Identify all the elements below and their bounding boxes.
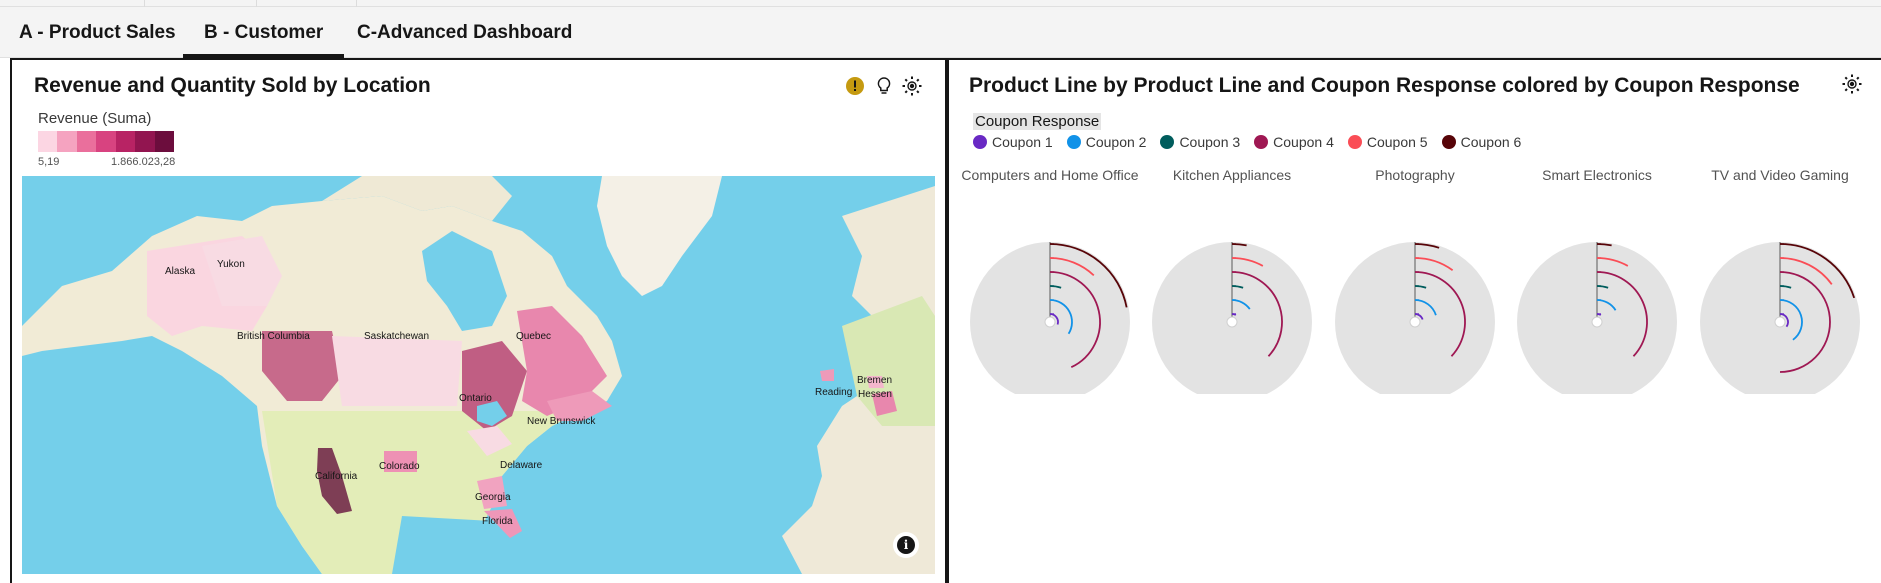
legend-dot xyxy=(1347,135,1362,149)
radial-chart[interactable] xyxy=(1698,230,1862,394)
warning-icon[interactable] xyxy=(843,74,867,98)
map-label: British Columbia xyxy=(237,331,310,342)
radial-chart[interactable] xyxy=(968,230,1132,394)
legend-swatch xyxy=(38,131,58,152)
map-label: Alaska xyxy=(165,266,196,277)
region-reading xyxy=(820,369,834,381)
gulf-of-mexico xyxy=(392,516,492,574)
legend-swatch xyxy=(96,131,116,152)
radial-chart[interactable] xyxy=(1150,230,1314,394)
map-label: New Brunswick xyxy=(527,416,596,427)
legend-dot xyxy=(1441,135,1456,149)
radial-chart-panel[interactable]: Product Line by Product Line and Coupon … xyxy=(947,58,1881,583)
map-label: Florida xyxy=(482,516,513,527)
category-label: Photography xyxy=(1375,167,1455,183)
legend-label: Coupon 1 xyxy=(992,134,1053,150)
coupon-legend: Coupon 1 Coupon 2 Coupon 3 Coupon 4 Coupon 5… xyxy=(973,134,1535,150)
map-label: Delaware xyxy=(500,460,543,471)
color-scale-legend xyxy=(38,131,174,152)
category-label: Computers and Home Office xyxy=(961,167,1139,183)
legend-title: Revenue (Suma) xyxy=(38,110,152,127)
tab-label: A - Product Sales xyxy=(19,22,176,43)
top-strip-segment xyxy=(257,0,357,7)
settings-icon[interactable] xyxy=(1840,72,1864,96)
coupon-legend-title: Coupon Response xyxy=(973,113,1102,130)
radial-center xyxy=(1409,316,1421,328)
legend-swatch xyxy=(154,131,174,152)
top-strip-segment xyxy=(0,0,145,7)
legend-item[interactable]: Coupon 6 xyxy=(1441,134,1522,150)
legend-label: Coupon 6 xyxy=(1460,134,1522,150)
map-canvas xyxy=(22,176,935,574)
legend-item[interactable]: Coupon 3 xyxy=(1160,134,1240,150)
legend-item[interactable]: Coupon 5 xyxy=(1347,134,1428,150)
legend-swatch xyxy=(115,131,136,152)
legend-label: Coupon 3 xyxy=(1179,134,1241,150)
map-label: Colorado xyxy=(379,461,420,472)
legend-label: Coupon 2 xyxy=(1085,134,1147,150)
map-panel-title: Revenue and Quantity Sold by Location xyxy=(34,74,431,97)
legend-item[interactable]: Coupon 2 xyxy=(1066,134,1147,150)
map-label: Georgia xyxy=(475,492,511,503)
map-info-button[interactable]: i xyxy=(893,532,919,558)
lightbulb-icon[interactable] xyxy=(872,74,896,98)
tab-advanced-dashboard[interactable]: C-Advanced Dashboard xyxy=(357,7,572,58)
greenland xyxy=(597,176,722,296)
radial-chart[interactable] xyxy=(1515,230,1679,394)
legend-swatch xyxy=(135,131,155,152)
legend-item[interactable]: Coupon 4 xyxy=(1254,134,1334,150)
category-label: Smart Electronics xyxy=(1542,167,1652,183)
map-label: Yukon xyxy=(217,259,245,270)
legend-swatch xyxy=(76,131,97,152)
radial-chart[interactable] xyxy=(1333,230,1497,394)
map-label: Reading xyxy=(815,387,853,398)
top-strip xyxy=(0,0,1881,7)
radial-panel-title: Product Line by Product Line and Coupon … xyxy=(969,74,1800,97)
legend-item[interactable]: Coupon 1 xyxy=(973,134,1053,150)
legend-dot xyxy=(1160,135,1175,149)
map-label: Saskatchewan xyxy=(364,331,430,342)
choropleth-map[interactable]: Alaska Yukon British Columbia Saskatchew… xyxy=(22,176,935,574)
tab-customer[interactable]: B - Customer xyxy=(183,7,345,58)
map-label: Hessen xyxy=(858,389,892,400)
map-label: Bremen xyxy=(857,375,893,386)
radial-center xyxy=(1774,316,1786,328)
category-label: TV and Video Gaming xyxy=(1711,167,1849,183)
legend-max-value: 1.866.023,28 xyxy=(111,156,176,168)
legend-label: Coupon 5 xyxy=(1366,134,1428,150)
tab-label: B - Customer xyxy=(204,22,324,43)
settings-icon[interactable] xyxy=(900,74,924,98)
radial-center xyxy=(1591,316,1603,328)
map-label: Ontario xyxy=(459,393,492,404)
legend-dot xyxy=(973,135,987,149)
category-label: Kitchen Appliances xyxy=(1172,167,1292,183)
legend-min-value: 5,19 xyxy=(38,156,60,168)
tab-product-sales[interactable]: A - Product Sales xyxy=(19,7,176,58)
radial-center xyxy=(1044,316,1056,328)
legend-dot xyxy=(1254,135,1269,149)
tab-label: C-Advanced Dashboard xyxy=(357,22,573,43)
legend-label: Coupon 4 xyxy=(1273,134,1334,150)
top-strip-segment xyxy=(145,0,257,7)
tab-bar: A - Product Sales B - Customer C-Advance… xyxy=(0,7,1881,58)
region-saskatchewan xyxy=(332,336,462,406)
map-label: Quebec xyxy=(516,331,552,342)
map-label: California xyxy=(315,471,358,482)
legend-swatch xyxy=(57,131,77,152)
info-icon: i xyxy=(897,536,915,554)
legend-dot xyxy=(1066,135,1081,149)
radial-center xyxy=(1226,316,1238,328)
map-panel[interactable]: Revenue and Quantity Sold by Location Re… xyxy=(10,58,947,583)
